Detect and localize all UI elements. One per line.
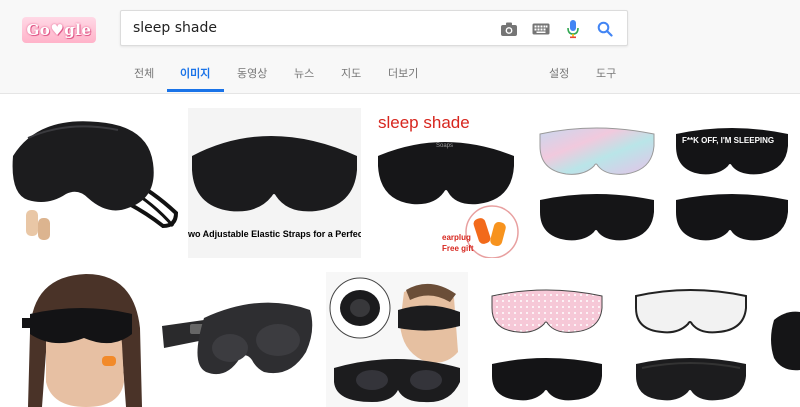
tab-settings[interactable]: 설정 xyxy=(549,65,569,81)
image-result-3[interactable]: sleep shade Soaps earplug Free gift xyxy=(372,108,526,258)
keyboard-icon[interactable] xyxy=(531,19,551,39)
image-result-2[interactable]: wo Adjustable Elastic Straps for a Perfe… xyxy=(188,108,361,258)
image-result-7[interactable] xyxy=(160,290,318,390)
search-icon[interactable] xyxy=(595,19,615,39)
image-result-6[interactable] xyxy=(22,272,146,407)
brand-label: Soaps xyxy=(436,143,454,149)
tab-images[interactable]: 이미지 xyxy=(180,65,210,81)
tab-bar: 전체 이미지 동영상 뉴스 지도 더보기 설정 도구 xyxy=(0,57,800,94)
image-result-9[interactable] xyxy=(488,286,606,407)
sleep-mask-image xyxy=(635,289,747,401)
camera-icon[interactable] xyxy=(499,19,519,39)
mic-icon[interactable] xyxy=(563,19,583,39)
sleep-mask-image xyxy=(162,302,313,375)
tab-news[interactable]: 뉴스 xyxy=(294,65,314,81)
search-input[interactable] xyxy=(133,17,493,39)
mask-print-text: F**K OFF, I'M SLEEPING xyxy=(682,136,775,145)
tab-more[interactable]: 더보기 xyxy=(388,65,418,81)
sleep-mask-image xyxy=(12,121,179,240)
image-result-5[interactable]: F**K OFF, I'M SLEEPING xyxy=(672,122,792,256)
tab-maps[interactable]: 지도 xyxy=(341,65,361,81)
sleep-mask-image xyxy=(771,311,800,371)
woman-wearing-mask-image xyxy=(22,274,142,407)
tab-all[interactable]: 전체 xyxy=(134,65,154,81)
logo-text: Go♥gle xyxy=(26,21,92,39)
search-box[interactable] xyxy=(120,10,628,46)
google-logo[interactable]: Go♥gle xyxy=(22,17,96,43)
tab-tools[interactable]: 도구 xyxy=(596,65,616,81)
image-result-4[interactable] xyxy=(536,122,659,256)
man-wearing-mask-image xyxy=(326,272,468,407)
sleep-mask-image xyxy=(539,127,655,241)
product-title: sleep shade xyxy=(378,113,470,132)
image-result-10[interactable] xyxy=(632,286,750,407)
product-caption: wo Adjustable Elastic Straps for a Perfe… xyxy=(188,229,361,239)
tab-videos[interactable]: 동영상 xyxy=(237,65,267,81)
search-header: Go♥gle 전체 이미지 동영상 뉴스 지도 더보기 설정 도구 xyxy=(0,0,800,94)
sleep-mask-image xyxy=(491,289,603,401)
gift-label: Free gift xyxy=(442,244,474,253)
active-tab-indicator xyxy=(167,89,224,92)
image-result-1[interactable] xyxy=(8,108,180,253)
image-result-11[interactable] xyxy=(766,300,800,380)
image-result-8[interactable] xyxy=(326,272,468,407)
gift-label: earplug xyxy=(442,233,471,242)
